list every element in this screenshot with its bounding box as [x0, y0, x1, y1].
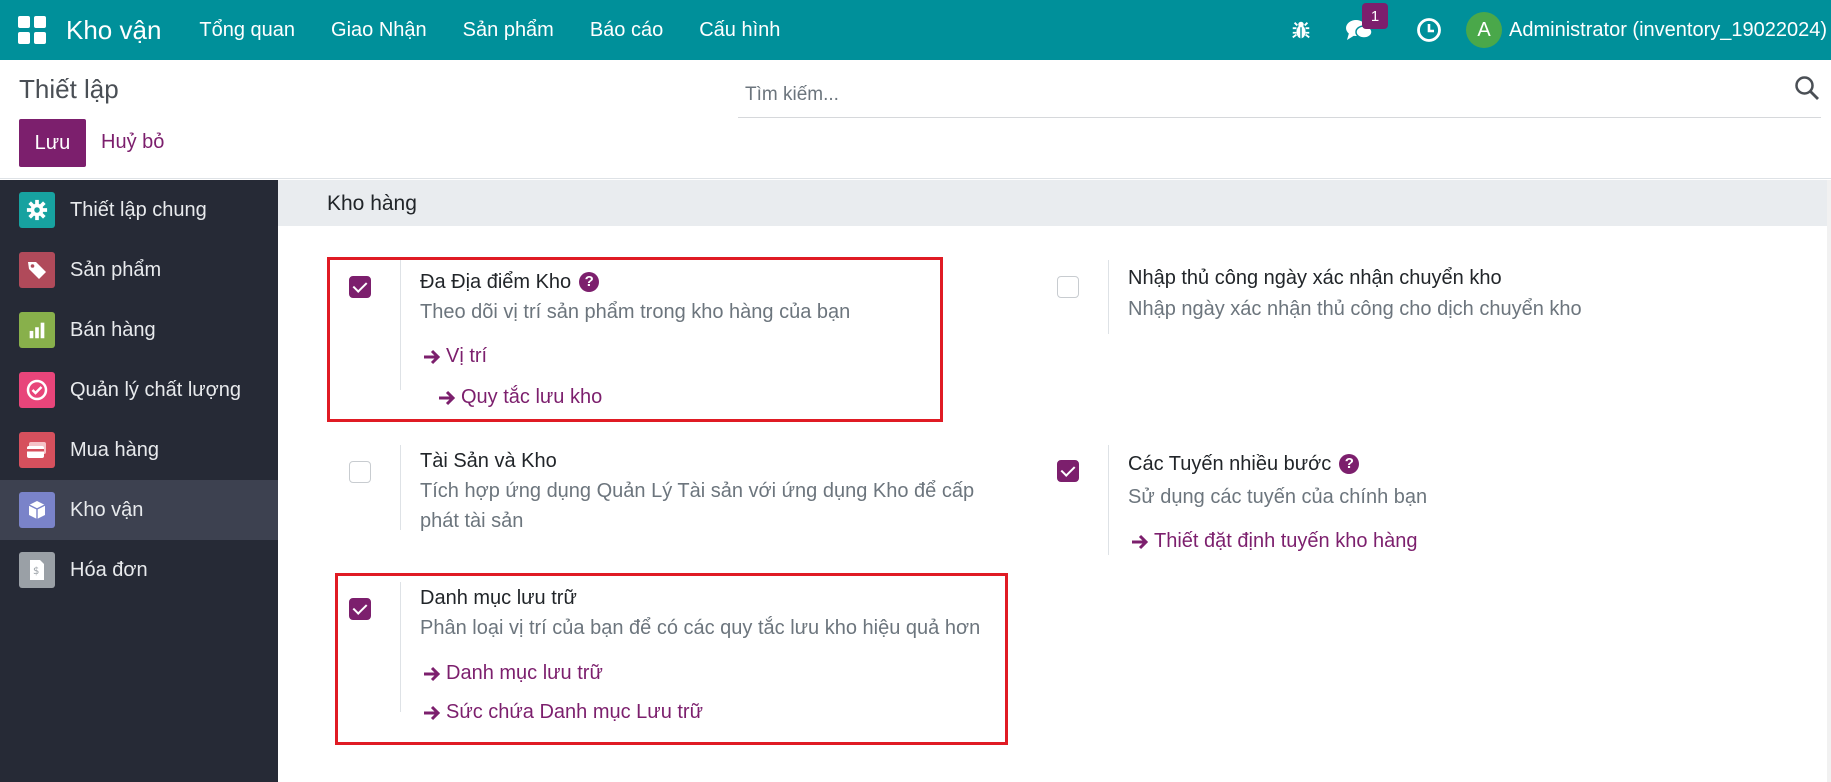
setting-divider [400, 445, 401, 530]
sidebar-item-label: Hóa đơn [70, 558, 148, 581]
setting-title: Nhập thủ công ngày xác nhận chuyển kho [1128, 267, 1502, 289]
highlight-box-storage-categories [335, 573, 1008, 745]
navbar-systray: 1 A Administrator (inventory_19022024) [1272, 0, 1831, 60]
card-icon [19, 432, 55, 468]
sidebar-item-purchase[interactable]: Mua hàng [0, 420, 278, 480]
setting-divider [1108, 445, 1109, 555]
check-circle-icon [19, 372, 55, 408]
sidebar-item-quality[interactable]: Quản lý chất lượng [0, 360, 278, 420]
gear-icon [19, 192, 55, 228]
sidebar-item-products[interactable]: Sản phẩm [0, 240, 278, 300]
invoice-icon: $ [19, 552, 55, 588]
section-title: Kho hàng [327, 192, 417, 215]
bug-icon[interactable] [1286, 15, 1316, 45]
sidebar-item-label: Sản phẩm [70, 258, 162, 281]
sidebar-item-label: Mua hàng [70, 438, 159, 461]
menu-reporting[interactable]: Báo cáo [590, 19, 663, 42]
app-brand[interactable]: Kho vận [66, 15, 161, 46]
setting-title: Tài Sản và Kho [420, 450, 557, 472]
sidebar-item-label: Thiết lập chung [70, 198, 207, 221]
tags-icon [19, 252, 55, 288]
setting-description: Sử dụng các tuyến của chính bạn [1128, 486, 1428, 508]
menu-overview[interactable]: Tổng quan [199, 19, 295, 42]
help-icon[interactable]: ? [1339, 453, 1360, 474]
search-input[interactable] [745, 78, 1745, 112]
setting-divider [1108, 260, 1109, 334]
chart-icon [19, 312, 55, 348]
setting-title-text: Các Tuyến nhiều bước [1128, 453, 1332, 475]
sidebar-item-general-settings[interactable]: Thiết lập chung [0, 180, 278, 240]
chat-icon[interactable]: 1 [1344, 3, 1389, 45]
setting-title: Các Tuyến nhiều bước? [1128, 453, 1360, 476]
menu-configuration[interactable]: Cấu hình [699, 19, 780, 42]
manual-date-checkbox[interactable] [1057, 276, 1079, 298]
apps-menu-icon[interactable] [18, 16, 46, 44]
chat-badge: 1 [1362, 3, 1389, 29]
arrow-right-icon [1132, 534, 1149, 549]
settings-sidebar: Thiết lập chung Sản phẩm Bán hàng Quản l… [0, 180, 278, 782]
scrollbar[interactable] [1827, 180, 1831, 782]
multi-step-routes-checkbox[interactable] [1057, 460, 1079, 482]
sidebar-item-label: Kho vận [70, 498, 144, 521]
top-navbar: Kho vận Tổng quan Giao Nhận Sản phẩm Báo… [0, 0, 1831, 60]
setting-description: Nhập ngày xác nhận thủ công cho dịch chu… [1128, 298, 1582, 320]
discard-button[interactable]: Huỷ bỏ [101, 131, 164, 154]
control-panel-divider [0, 178, 1831, 179]
highlight-box-multi-location [327, 257, 943, 422]
search-icon[interactable] [1793, 74, 1821, 102]
svg-text:$: $ [33, 566, 39, 577]
section-header: Kho hàng [278, 180, 1827, 226]
settings-content: Kho hàng Đa Địa điểm Kho? Theo dõi vị tr… [278, 180, 1831, 782]
assets-checkbox[interactable] [349, 461, 371, 483]
link-label: Thiết đặt định tuyến kho hàng [1154, 530, 1418, 552]
sidebar-item-label: Bán hàng [70, 318, 156, 341]
clock-icon[interactable] [1414, 15, 1444, 45]
sidebar-item-label: Quản lý chất lượng [70, 378, 242, 401]
avatar[interactable]: A [1466, 12, 1503, 48]
sidebar-item-sales[interactable]: Bán hàng [0, 300, 278, 360]
page-title: Thiết lập [19, 74, 119, 104]
box-icon [19, 492, 55, 528]
setting-description: Tích hợp ứng dụng Quản Lý Tài sản với ứn… [420, 480, 975, 532]
sidebar-item-inventory[interactable]: Kho vận [0, 480, 278, 540]
sidebar-item-invoicing[interactable]: $ Hóa đơn [0, 540, 278, 600]
warehouse-routing-link[interactable]: Thiết đặt định tuyến kho hàng [1131, 530, 1418, 553]
save-button[interactable]: Lưu [19, 119, 86, 167]
user-menu[interactable]: Administrator (inventory_19022024) [1509, 19, 1827, 42]
menu-products[interactable]: Sản phẩm [463, 19, 554, 42]
search-bar [738, 72, 1821, 118]
menu-operations[interactable]: Giao Nhận [331, 19, 427, 42]
